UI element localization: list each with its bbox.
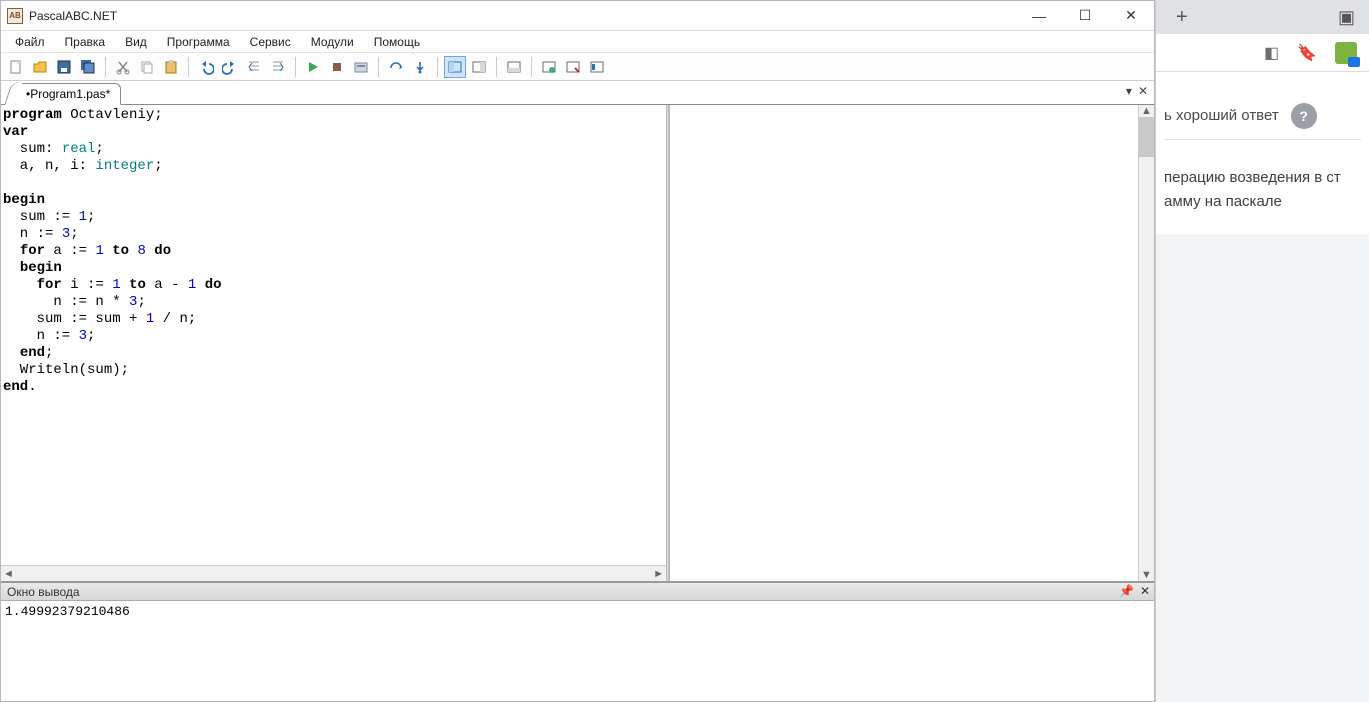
toolbar-separator xyxy=(378,57,379,77)
toolbar xyxy=(1,53,1154,81)
bookmark-all-icon[interactable]: ▣ xyxy=(1338,7,1355,28)
scroll-left-icon[interactable]: ◄ xyxy=(3,568,14,580)
question-body-line: перацию возведения в ст xyxy=(1164,166,1361,190)
window-a-icon[interactable] xyxy=(538,56,560,78)
question-body-line: амму на паскале xyxy=(1164,190,1361,214)
indent-left-icon[interactable] xyxy=(243,56,265,78)
toolbar-separator xyxy=(531,57,532,77)
menu-service[interactable]: Сервис xyxy=(242,33,299,51)
new-file-icon[interactable] xyxy=(5,56,27,78)
editor-area: program Octavleniy;var sum: real; a, n, … xyxy=(1,105,1154,581)
paste-icon[interactable] xyxy=(160,56,182,78)
puzzle-icon[interactable]: ◧ xyxy=(1264,43,1279,63)
close-button[interactable]: ✕ xyxy=(1108,1,1154,30)
cut-icon[interactable] xyxy=(112,56,134,78)
maximize-button[interactable]: ☐ xyxy=(1062,1,1108,30)
question-header-text: ь хороший ответ xyxy=(1164,107,1279,124)
extension-icon[interactable] xyxy=(1335,42,1357,64)
open-file-icon[interactable] xyxy=(29,56,51,78)
menu-help[interactable]: Помощь xyxy=(366,33,428,51)
stop-icon[interactable] xyxy=(326,56,348,78)
run-icon[interactable] xyxy=(302,56,324,78)
scroll-up-icon[interactable]: ▲ xyxy=(1141,105,1152,117)
indent-right-icon[interactable] xyxy=(267,56,289,78)
new-tab-icon[interactable]: + xyxy=(1176,6,1188,29)
toolbar-separator xyxy=(437,57,438,77)
output-panel-header[interactable]: Окно вывода 📌 ✕ xyxy=(1,583,1154,601)
menu-edit[interactable]: Правка xyxy=(57,33,114,51)
layout-a-icon[interactable] xyxy=(444,56,466,78)
editor-tabbar: •Program1.pas* ▾ ✕ xyxy=(1,81,1154,105)
compile-icon[interactable] xyxy=(350,56,372,78)
horizontal-scrollbar[interactable]: ◄ ► xyxy=(1,565,666,581)
code-pane: program Octavleniy;var sum: real; a, n, … xyxy=(1,105,666,581)
scroll-right-icon[interactable]: ► xyxy=(653,568,664,580)
toolbar-separator xyxy=(105,57,106,77)
step-over-icon[interactable] xyxy=(385,56,407,78)
save-all-icon[interactable] xyxy=(77,56,99,78)
tab-dropdown-icon[interactable]: ▾ xyxy=(1126,84,1132,98)
menu-view[interactable]: Вид xyxy=(117,33,155,51)
bookmark-icon[interactable]: 🔖 xyxy=(1297,43,1317,63)
panel-close-icon[interactable]: ✕ xyxy=(1140,584,1150,598)
window-c-icon[interactable] xyxy=(586,56,608,78)
menubar: Файл Правка Вид Программа Сервис Модули … xyxy=(1,31,1154,53)
toolbar-separator xyxy=(496,57,497,77)
toolbar-separator xyxy=(295,57,296,77)
layout-c-icon[interactable] xyxy=(503,56,525,78)
save-icon[interactable] xyxy=(53,56,75,78)
background-browser-window: + ▣ ◧ 🔖 ь хороший ответ ? перацию возвед… xyxy=(1155,0,1369,702)
output-text: 1.49992379210486 xyxy=(1,601,1154,701)
vertical-scrollbar[interactable]: ▲ ▼ xyxy=(1138,105,1154,581)
undo-icon[interactable] xyxy=(195,56,217,78)
window-title: PascalABC.NET xyxy=(29,9,117,23)
window-b-icon[interactable] xyxy=(562,56,584,78)
browser-tabbar: + ▣ xyxy=(1156,0,1369,34)
menu-modules[interactable]: Модули xyxy=(303,33,362,51)
scroll-down-icon[interactable]: ▼ xyxy=(1141,569,1152,581)
browser-page: ь хороший ответ ? перацию возведения в с… xyxy=(1156,72,1369,234)
menu-program[interactable]: Программа xyxy=(159,33,238,51)
code-editor[interactable]: program Octavleniy;var sum: real; a, n, … xyxy=(1,105,666,565)
output-panel: Окно вывода 📌 ✕ 1.49992379210486 xyxy=(1,581,1154,701)
minimize-button[interactable]: — xyxy=(1016,1,1062,30)
browser-toolbar: ◧ 🔖 xyxy=(1156,34,1369,72)
titlebar: AB PascalABC.NET — ☐ ✕ xyxy=(1,1,1154,31)
secondary-editor-pane[interactable]: ▲ ▼ xyxy=(669,105,1154,581)
scroll-thumb[interactable] xyxy=(1139,117,1154,157)
tab-label: •Program1.pas* xyxy=(26,87,110,101)
pin-icon[interactable]: 📌 xyxy=(1119,584,1134,598)
menu-file[interactable]: Файл xyxy=(7,33,53,51)
tab-close-icon[interactable]: ✕ xyxy=(1138,84,1148,98)
toolbar-separator xyxy=(188,57,189,77)
help-icon[interactable]: ? xyxy=(1291,103,1317,129)
ide-window: AB PascalABC.NET — ☐ ✕ Файл Правка Вид П… xyxy=(0,0,1155,702)
layout-b-icon[interactable] xyxy=(468,56,490,78)
step-into-icon[interactable] xyxy=(409,56,431,78)
app-icon: AB xyxy=(7,8,23,24)
copy-icon[interactable] xyxy=(136,56,158,78)
editor-tab-active[interactable]: •Program1.pas* xyxy=(15,83,121,105)
output-panel-title: Окно вывода xyxy=(7,585,80,599)
redo-icon[interactable] xyxy=(219,56,241,78)
